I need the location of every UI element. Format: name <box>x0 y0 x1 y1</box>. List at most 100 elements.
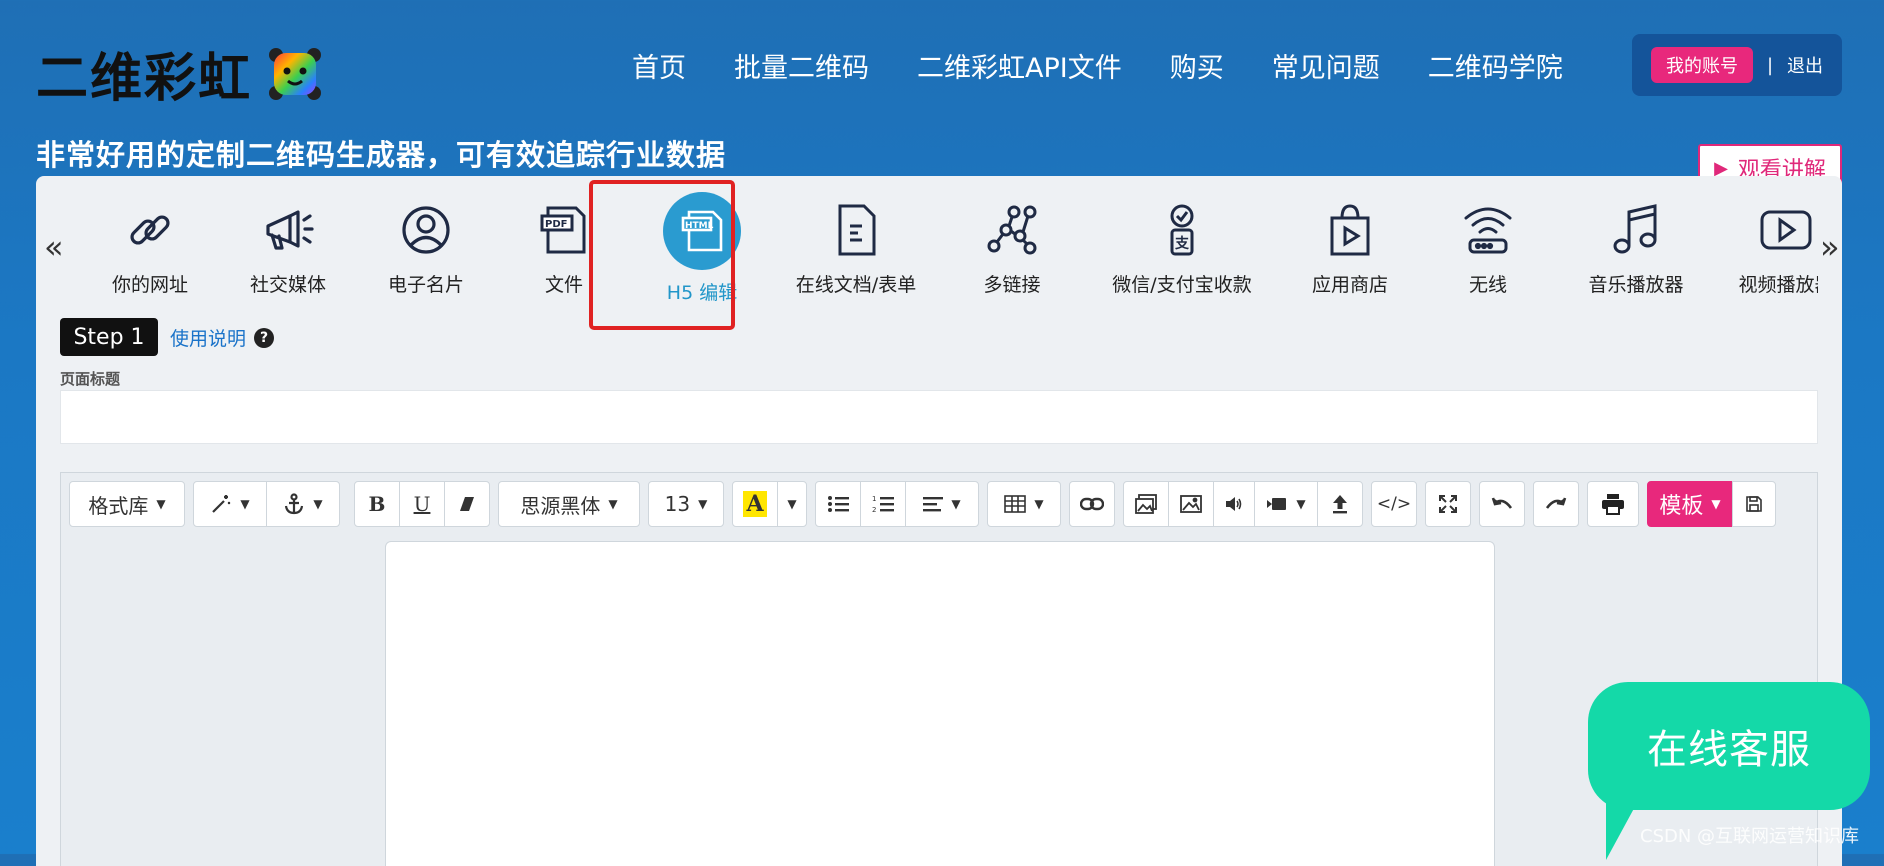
online-service-label: 在线客服 <box>1647 727 1811 773</box>
table-dropdown[interactable]: ▼ <box>987 481 1061 527</box>
chevron-down-icon: ▼ <box>698 497 708 511</box>
megaphone-icon <box>266 210 314 250</box>
bold-button[interactable]: B <box>354 481 400 527</box>
type-item-multilink[interactable]: 多链接 <box>932 202 1092 297</box>
numbered-list-button[interactable]: 12 <box>860 481 906 527</box>
nav-batch-qr[interactable]: 批量二维码 <box>734 46 869 85</box>
type-label-docs: 在线文档/表单 <box>795 274 917 296</box>
type-item-vcard[interactable]: 电子名片 <box>346 202 506 297</box>
redo-icon <box>1545 497 1567 509</box>
type-label-video: 视频播放器 <box>1738 274 1818 296</box>
redo-button[interactable] <box>1533 481 1579 527</box>
wifi-icon <box>1464 207 1512 254</box>
type-label-multilink: 多链接 <box>983 274 1041 296</box>
video-dropdown[interactable]: ▼ <box>1254 481 1318 527</box>
gallery-icon <box>1135 494 1157 514</box>
font-family-dropdown[interactable]: 思源黑体 ▼ <box>498 481 640 527</box>
nav-home[interactable]: 首页 <box>632 46 686 85</box>
bullet-list-button[interactable] <box>815 481 861 527</box>
chevron-down-icon: ▼ <box>156 497 166 511</box>
eraser-button[interactable] <box>444 481 490 527</box>
shopping-bag-icon <box>1330 204 1370 256</box>
account-box: 我的账号 | 退出 <box>1632 34 1842 96</box>
upload-icon <box>1333 495 1347 514</box>
video-camera-icon <box>1267 498 1287 510</box>
align-dropdown[interactable]: ▼ <box>905 481 979 527</box>
nav-api-docs[interactable]: 二维彩虹API文件 <box>917 46 1122 85</box>
qr-type-selector: 你的网址 社交媒体 电子名片 PDF 文件 HTML H5 编辑 在线文档/表单… <box>58 176 1818 316</box>
types-next-arrow[interactable]: » <box>1820 228 1840 266</box>
image-button[interactable] <box>1168 481 1214 527</box>
tagline: 非常好用的定制二维码生成器，可有效追踪行业数据 <box>36 138 727 172</box>
link-icon <box>130 215 170 245</box>
image-icon <box>1180 495 1202 513</box>
audio-button[interactable] <box>1213 481 1255 527</box>
logout-link[interactable]: 退出 <box>1787 52 1823 78</box>
usage-help-label: 使用说明 <box>170 328 247 350</box>
gallery-button[interactable] <box>1123 481 1169 527</box>
save-button[interactable] <box>1732 481 1776 527</box>
audio-icon <box>1226 497 1242 511</box>
brand-logo[interactable]: 二维彩虹 <box>36 36 324 111</box>
code-view-button[interactable]: </> <box>1371 481 1417 527</box>
type-label-url: 你的网址 <box>111 274 188 296</box>
table-icon <box>1004 495 1027 513</box>
undo-button[interactable] <box>1479 481 1525 527</box>
type-label-wifi: 无线 <box>1468 274 1507 296</box>
style-library-dropdown[interactable]: 格式库 ▼ <box>69 481 185 527</box>
print-button[interactable] <box>1587 481 1639 527</box>
type-item-social[interactable]: 社交媒体 <box>208 202 368 297</box>
network-icon <box>987 205 1037 255</box>
svg-text:2: 2 <box>872 506 876 513</box>
anchor-icon <box>285 493 304 515</box>
document-icon <box>838 204 876 256</box>
main-panel: « » 你的网址 社交媒体 电子名片 PDF 文件 HTML H5 编辑 在线文… <box>36 176 1842 866</box>
numbered-list-icon: 12 <box>872 495 894 513</box>
highlight-color-button[interactable]: A <box>732 481 778 527</box>
type-item-payment[interactable]: 支 微信/支付宝收款 <box>1102 202 1262 297</box>
my-account-button[interactable]: 我的账号 <box>1650 47 1753 83</box>
underline-button[interactable]: U <box>399 481 445 527</box>
question-icon: ? <box>254 327 275 348</box>
eraser-icon <box>460 497 474 511</box>
upload-button[interactable] <box>1317 481 1363 527</box>
style-library-label: 格式库 <box>88 493 149 518</box>
type-item-url[interactable]: 你的网址 <box>70 202 230 297</box>
type-item-video[interactable]: 视频播放器 <box>1706 202 1818 297</box>
font-size-dropdown[interactable]: 13 ▼ <box>648 481 724 527</box>
magic-wand-icon <box>212 495 231 513</box>
nav-buy[interactable]: 购买 <box>1170 46 1224 85</box>
bear-logo-icon <box>269 47 322 100</box>
nav-faq[interactable]: 常见问题 <box>1272 46 1380 85</box>
type-item-wifi[interactable]: 无线 <box>1408 202 1568 297</box>
type-item-music[interactable]: 音乐播放器 <box>1556 202 1716 297</box>
magic-wand-button[interactable]: ▼ <box>193 481 267 527</box>
account-separator: | <box>1766 54 1774 76</box>
type-label-music: 音乐播放器 <box>1588 274 1684 296</box>
watermark: CSDN @互联网运营知识库 <box>1640 826 1860 847</box>
type-item-appstore[interactable]: 应用商店 <box>1270 202 1430 297</box>
link-button[interactable] <box>1069 481 1115 527</box>
printer-icon <box>1602 494 1624 515</box>
save-icon <box>1746 496 1762 512</box>
page-title-label: 页面标题 <box>60 370 121 388</box>
svg-text:PDF: PDF <box>545 219 567 230</box>
svg-text:1: 1 <box>872 495 876 503</box>
rich-text-editor: 格式库 ▼ ▼ ▼ B U 思源黑体 ▼ 13 ▼ A ▼ 1 2 ▼ ▼ ▼ … <box>60 472 1818 866</box>
page-title-input[interactable] <box>60 390 1818 444</box>
align-left-icon <box>923 497 944 512</box>
payment-icon: 支 <box>1170 204 1194 256</box>
nav-academy[interactable]: 二维码学院 <box>1428 46 1563 85</box>
music-icon <box>1613 204 1657 254</box>
highlight-color-icon: A <box>743 491 767 517</box>
anchor-button[interactable]: ▼ <box>266 481 340 527</box>
highlight-color-dropdown[interactable]: ▼ <box>777 481 807 527</box>
type-item-docs[interactable]: 在线文档/表单 <box>776 202 936 297</box>
chevron-down-icon: ▼ <box>608 497 618 511</box>
fullscreen-button[interactable] <box>1425 481 1471 527</box>
template-dropdown[interactable]: 模板 ▼ <box>1647 481 1733 527</box>
link-icon <box>1080 497 1104 511</box>
usage-help-link[interactable]: 使用说明 ? <box>170 324 275 351</box>
editor-canvas[interactable] <box>385 541 1495 866</box>
chevron-down-icon: ▼ <box>313 497 323 511</box>
